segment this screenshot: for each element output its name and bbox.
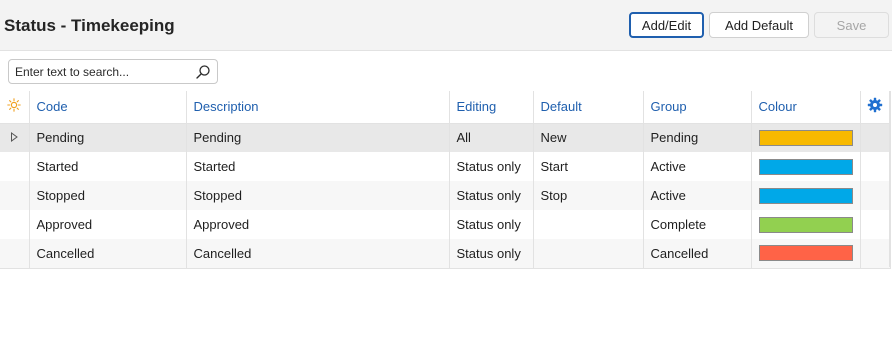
cell-trailing (860, 152, 891, 181)
table-row[interactable]: Approved Approved Status only Complete (0, 210, 891, 239)
cell-description: Cancelled (186, 239, 450, 269)
cell-code: Started (29, 152, 187, 181)
cell-default: Start (533, 152, 644, 181)
cell-description: Stopped (186, 181, 450, 210)
grid-panel: Code Description Editing Default Group C… (0, 50, 892, 353)
cell-code: Cancelled (29, 239, 187, 269)
cell-group: Active (643, 181, 752, 210)
caret-right-icon (11, 132, 19, 143)
table-row[interactable]: Cancelled Cancelled Status only Cancelle… (0, 239, 891, 269)
header-bar: Status - Timekeeping Add/Edit Add Defaul… (0, 0, 892, 50)
cell-description: Started (186, 152, 450, 181)
colour-swatch (758, 158, 853, 175)
cell-editing: Status only (449, 152, 534, 181)
column-header-editing[interactable]: Editing (449, 91, 534, 124)
sun-icon[interactable] (7, 98, 21, 112)
cell-editing: Status only (449, 181, 534, 210)
table-row[interactable]: Stopped Stopped Status only Stop Active (0, 181, 891, 210)
grid-right-border (889, 91, 890, 267)
cell-default (533, 239, 644, 269)
cell-trailing (860, 123, 891, 152)
search-icon[interactable] (195, 64, 211, 80)
cell-colour (751, 210, 861, 239)
row-indicator-cell (0, 210, 30, 239)
grid-header-row: Code Description Editing Default Group C… (0, 91, 891, 124)
colour-swatch (758, 216, 853, 233)
table-row[interactable]: Started Started Status only Start Active (0, 152, 891, 181)
column-header-default[interactable]: Default (533, 91, 644, 124)
cell-colour (751, 239, 861, 269)
cell-colour (751, 181, 861, 210)
cell-editing: Status only (449, 210, 534, 239)
row-indicator-cell (0, 239, 30, 269)
add-default-button[interactable]: Add Default (709, 12, 809, 38)
cell-description: Approved (186, 210, 450, 239)
cell-group: Active (643, 152, 752, 181)
colour-swatch (758, 187, 853, 204)
page-title: Status - Timekeeping (4, 16, 175, 35)
cell-editing: All (449, 123, 534, 152)
cell-default: Stop (533, 181, 644, 210)
cell-description: Pending (186, 123, 450, 152)
cell-trailing (860, 239, 891, 269)
add-edit-button[interactable]: Add/Edit (629, 12, 704, 38)
cell-editing: Status only (449, 239, 534, 269)
column-header-description[interactable]: Description (186, 91, 450, 124)
cell-colour (751, 152, 861, 181)
search-box (8, 59, 218, 84)
row-indicator-cell (0, 181, 30, 210)
header-settings-cell (860, 91, 891, 124)
cell-colour (751, 123, 861, 152)
cell-group: Cancelled (643, 239, 752, 269)
save-button[interactable]: Save (814, 12, 889, 38)
row-indicator-cell (0, 123, 30, 152)
colour-swatch (758, 245, 853, 262)
status-grid: Code Description Editing Default Group C… (0, 91, 891, 269)
gear-icon[interactable] (867, 97, 883, 113)
cell-trailing (860, 181, 891, 210)
cell-code: Pending (29, 123, 187, 152)
cell-trailing (860, 210, 891, 239)
column-header-code[interactable]: Code (29, 91, 187, 124)
cell-default: New (533, 123, 644, 152)
search-input[interactable] (9, 60, 189, 83)
header-indicator-cell (0, 91, 30, 124)
cell-group: Complete (643, 210, 752, 239)
cell-code: Approved (29, 210, 187, 239)
cell-default (533, 210, 644, 239)
cell-code: Stopped (29, 181, 187, 210)
row-indicator-cell (0, 152, 30, 181)
table-row[interactable]: Pending Pending All New Pending (0, 123, 891, 152)
colour-swatch (758, 129, 853, 146)
column-header-group[interactable]: Group (643, 91, 752, 124)
column-header-colour[interactable]: Colour (751, 91, 861, 124)
cell-group: Pending (643, 123, 752, 152)
